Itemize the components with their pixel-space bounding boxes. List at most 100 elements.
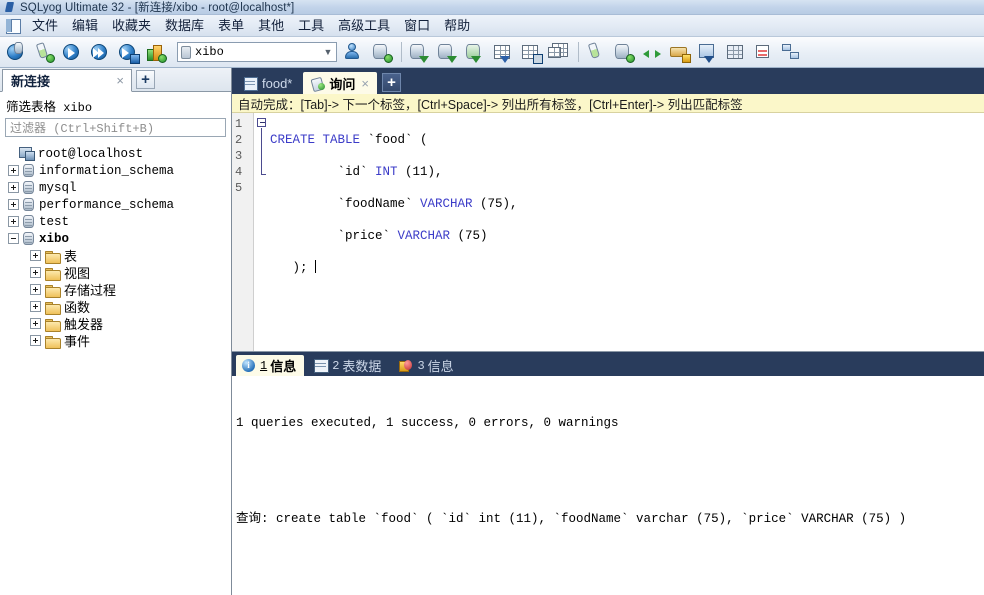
object-browser-pane: 新连接 × + 筛选表格 xibo 过滤器 (Ctrl+Shift+B) roo… (0, 68, 232, 595)
refresh-objects-icon[interactable] (143, 39, 169, 65)
tree-node-root[interactable]: root@localhost (0, 145, 231, 162)
execute-current-query-icon[interactable] (115, 39, 141, 65)
fold-range-line (261, 128, 266, 175)
line-number: 3 (235, 149, 243, 163)
tab-table-data-2[interactable]: 2 表数据 (308, 355, 389, 376)
filter-label: 筛选表格 xibo (0, 92, 231, 117)
sql-code-content[interactable]: CREATE TABLE `food` ( `id` INT (11), `fo… (270, 113, 984, 351)
connection-tab-new[interactable]: 新连接 × (2, 69, 132, 92)
import-data-icon[interactable] (369, 39, 395, 65)
tree-node-label: mysql (39, 180, 77, 195)
expand-icon[interactable] (30, 318, 41, 329)
new-query-tab-icon[interactable] (31, 39, 57, 65)
table-icon (244, 76, 258, 91)
collapse-block-icon[interactable] (257, 118, 266, 127)
expand-icon[interactable] (30, 267, 41, 278)
user-manager-icon[interactable] (341, 39, 367, 65)
folder-icon (45, 250, 61, 264)
execute-all-queries-icon[interactable] (87, 39, 113, 65)
tab-messages-1[interactable]: 1 信息 (236, 355, 305, 376)
chevron-down-icon[interactable]: ▼ (320, 47, 336, 57)
expand-icon[interactable] (30, 250, 41, 261)
tree-node-mysql[interactable]: mysql (0, 179, 231, 196)
messages-icon (399, 359, 413, 372)
code-line: `id` INT (11), (270, 165, 443, 179)
scheduled-backup-icon[interactable] (667, 39, 693, 65)
collapse-icon[interactable] (8, 233, 19, 244)
expand-icon[interactable] (8, 216, 19, 227)
database-selector[interactable]: xibo ▼ (177, 42, 337, 62)
close-icon[interactable]: × (361, 76, 369, 91)
expand-icon[interactable] (30, 301, 41, 312)
menu-item-powertools[interactable]: 高级工具 (331, 16, 397, 36)
query-builder-icon[interactable] (723, 39, 749, 65)
menu-item-other[interactable]: 其他 (251, 16, 291, 36)
object-tree: root@localhost information_schema mysql … (0, 141, 231, 595)
tree-node-events[interactable]: 事件 (0, 332, 231, 349)
toolbar-separator-2 (578, 42, 579, 62)
filter-input[interactable]: 过滤器 (Ctrl+Shift+B) (5, 118, 226, 137)
tree-node-stored-procedures[interactable]: 存储过程 (0, 281, 231, 298)
tree-node-test[interactable]: test (0, 213, 231, 230)
connection-tab-strip: 新连接 × + (0, 68, 231, 92)
window-menu-icon[interactable] (4, 18, 22, 34)
export-database-icon[interactable] (462, 39, 488, 65)
folder-icon (45, 318, 61, 332)
execute-query-icon[interactable] (59, 39, 85, 65)
grid-icon (314, 359, 330, 373)
schema-designer-icon[interactable] (751, 39, 777, 65)
new-query-tab-button[interactable]: + (381, 73, 401, 92)
menu-item-tools[interactable]: 工具 (291, 16, 331, 36)
expand-icon[interactable] (30, 335, 41, 346)
sqlyog-window: SQLyog Ultimate 32 - [新连接/xibo - root@lo… (0, 0, 984, 595)
output-spacer-2 (236, 559, 984, 575)
copy-table-icon[interactable] (546, 39, 572, 65)
menu-item-database[interactable]: 数据库 (158, 16, 211, 36)
tree-node-performance-schema[interactable]: performance_schema (0, 196, 231, 213)
close-icon[interactable]: × (113, 74, 127, 87)
expand-icon[interactable] (8, 165, 19, 176)
tree-node-tables[interactable]: 表 (0, 247, 231, 264)
line-number: 2 (235, 133, 243, 147)
schema-sync-icon[interactable] (639, 39, 665, 65)
filter-label-db: xibo (63, 101, 93, 115)
tree-node-information-schema[interactable]: information_schema (0, 162, 231, 179)
code-line: `foodName` VARCHAR (75), (270, 197, 518, 211)
tab-label: 表数据 (342, 359, 382, 374)
menu-item-window[interactable]: 窗口 (397, 16, 437, 36)
expand-icon[interactable] (8, 199, 19, 210)
tab-messages-3[interactable]: 3 信息 (393, 355, 461, 376)
tab-food[interactable]: food* (236, 72, 300, 94)
tree-node-views[interactable]: 视图 (0, 264, 231, 281)
backup-database-icon[interactable] (406, 39, 432, 65)
menu-item-help[interactable]: 帮助 (437, 16, 477, 36)
tab-query[interactable]: 询问 × (303, 72, 377, 94)
new-connection-tab-button[interactable]: + (136, 70, 155, 89)
tree-node-xibo[interactable]: xibo (0, 230, 231, 247)
tree-node-functions[interactable]: 函数 (0, 298, 231, 315)
database-icon (23, 181, 34, 194)
code-folding-gutter[interactable] (254, 113, 270, 351)
new-connection-icon[interactable] (3, 39, 29, 65)
export-resultset-icon[interactable] (490, 39, 516, 65)
title-bar: SQLyog Ultimate 32 - [新连接/xibo - root@lo… (0, 0, 984, 15)
expand-icon[interactable] (8, 182, 19, 193)
restore-database-icon[interactable] (434, 39, 460, 65)
tab-label: 信息 (270, 359, 297, 374)
export-grid-icon[interactable] (518, 39, 544, 65)
tree-node-label: 事件 (64, 334, 91, 349)
sql-editor[interactable]: 1 2 3 4 5 CREATE TABLE `food` ( `id` INT… (232, 113, 984, 352)
tree-node-label: information_schema (39, 163, 175, 178)
diagnostics-icon[interactable] (779, 39, 805, 65)
menu-item-file[interactable]: 文件 (25, 16, 65, 36)
sql-formatter-icon[interactable] (583, 39, 609, 65)
menu-item-favorites[interactable]: 收藏夹 (105, 16, 158, 36)
results-output[interactable]: 1 queries executed, 1 success, 0 errors,… (232, 376, 984, 595)
tree-node-triggers[interactable]: 触发器 (0, 315, 231, 332)
menu-item-edit[interactable]: 编辑 (65, 16, 105, 36)
sync-database-icon[interactable] (611, 39, 637, 65)
text-caret (315, 260, 317, 273)
expand-icon[interactable] (30, 284, 41, 295)
menu-item-table[interactable]: 表单 (211, 16, 251, 36)
migration-icon[interactable] (695, 39, 721, 65)
